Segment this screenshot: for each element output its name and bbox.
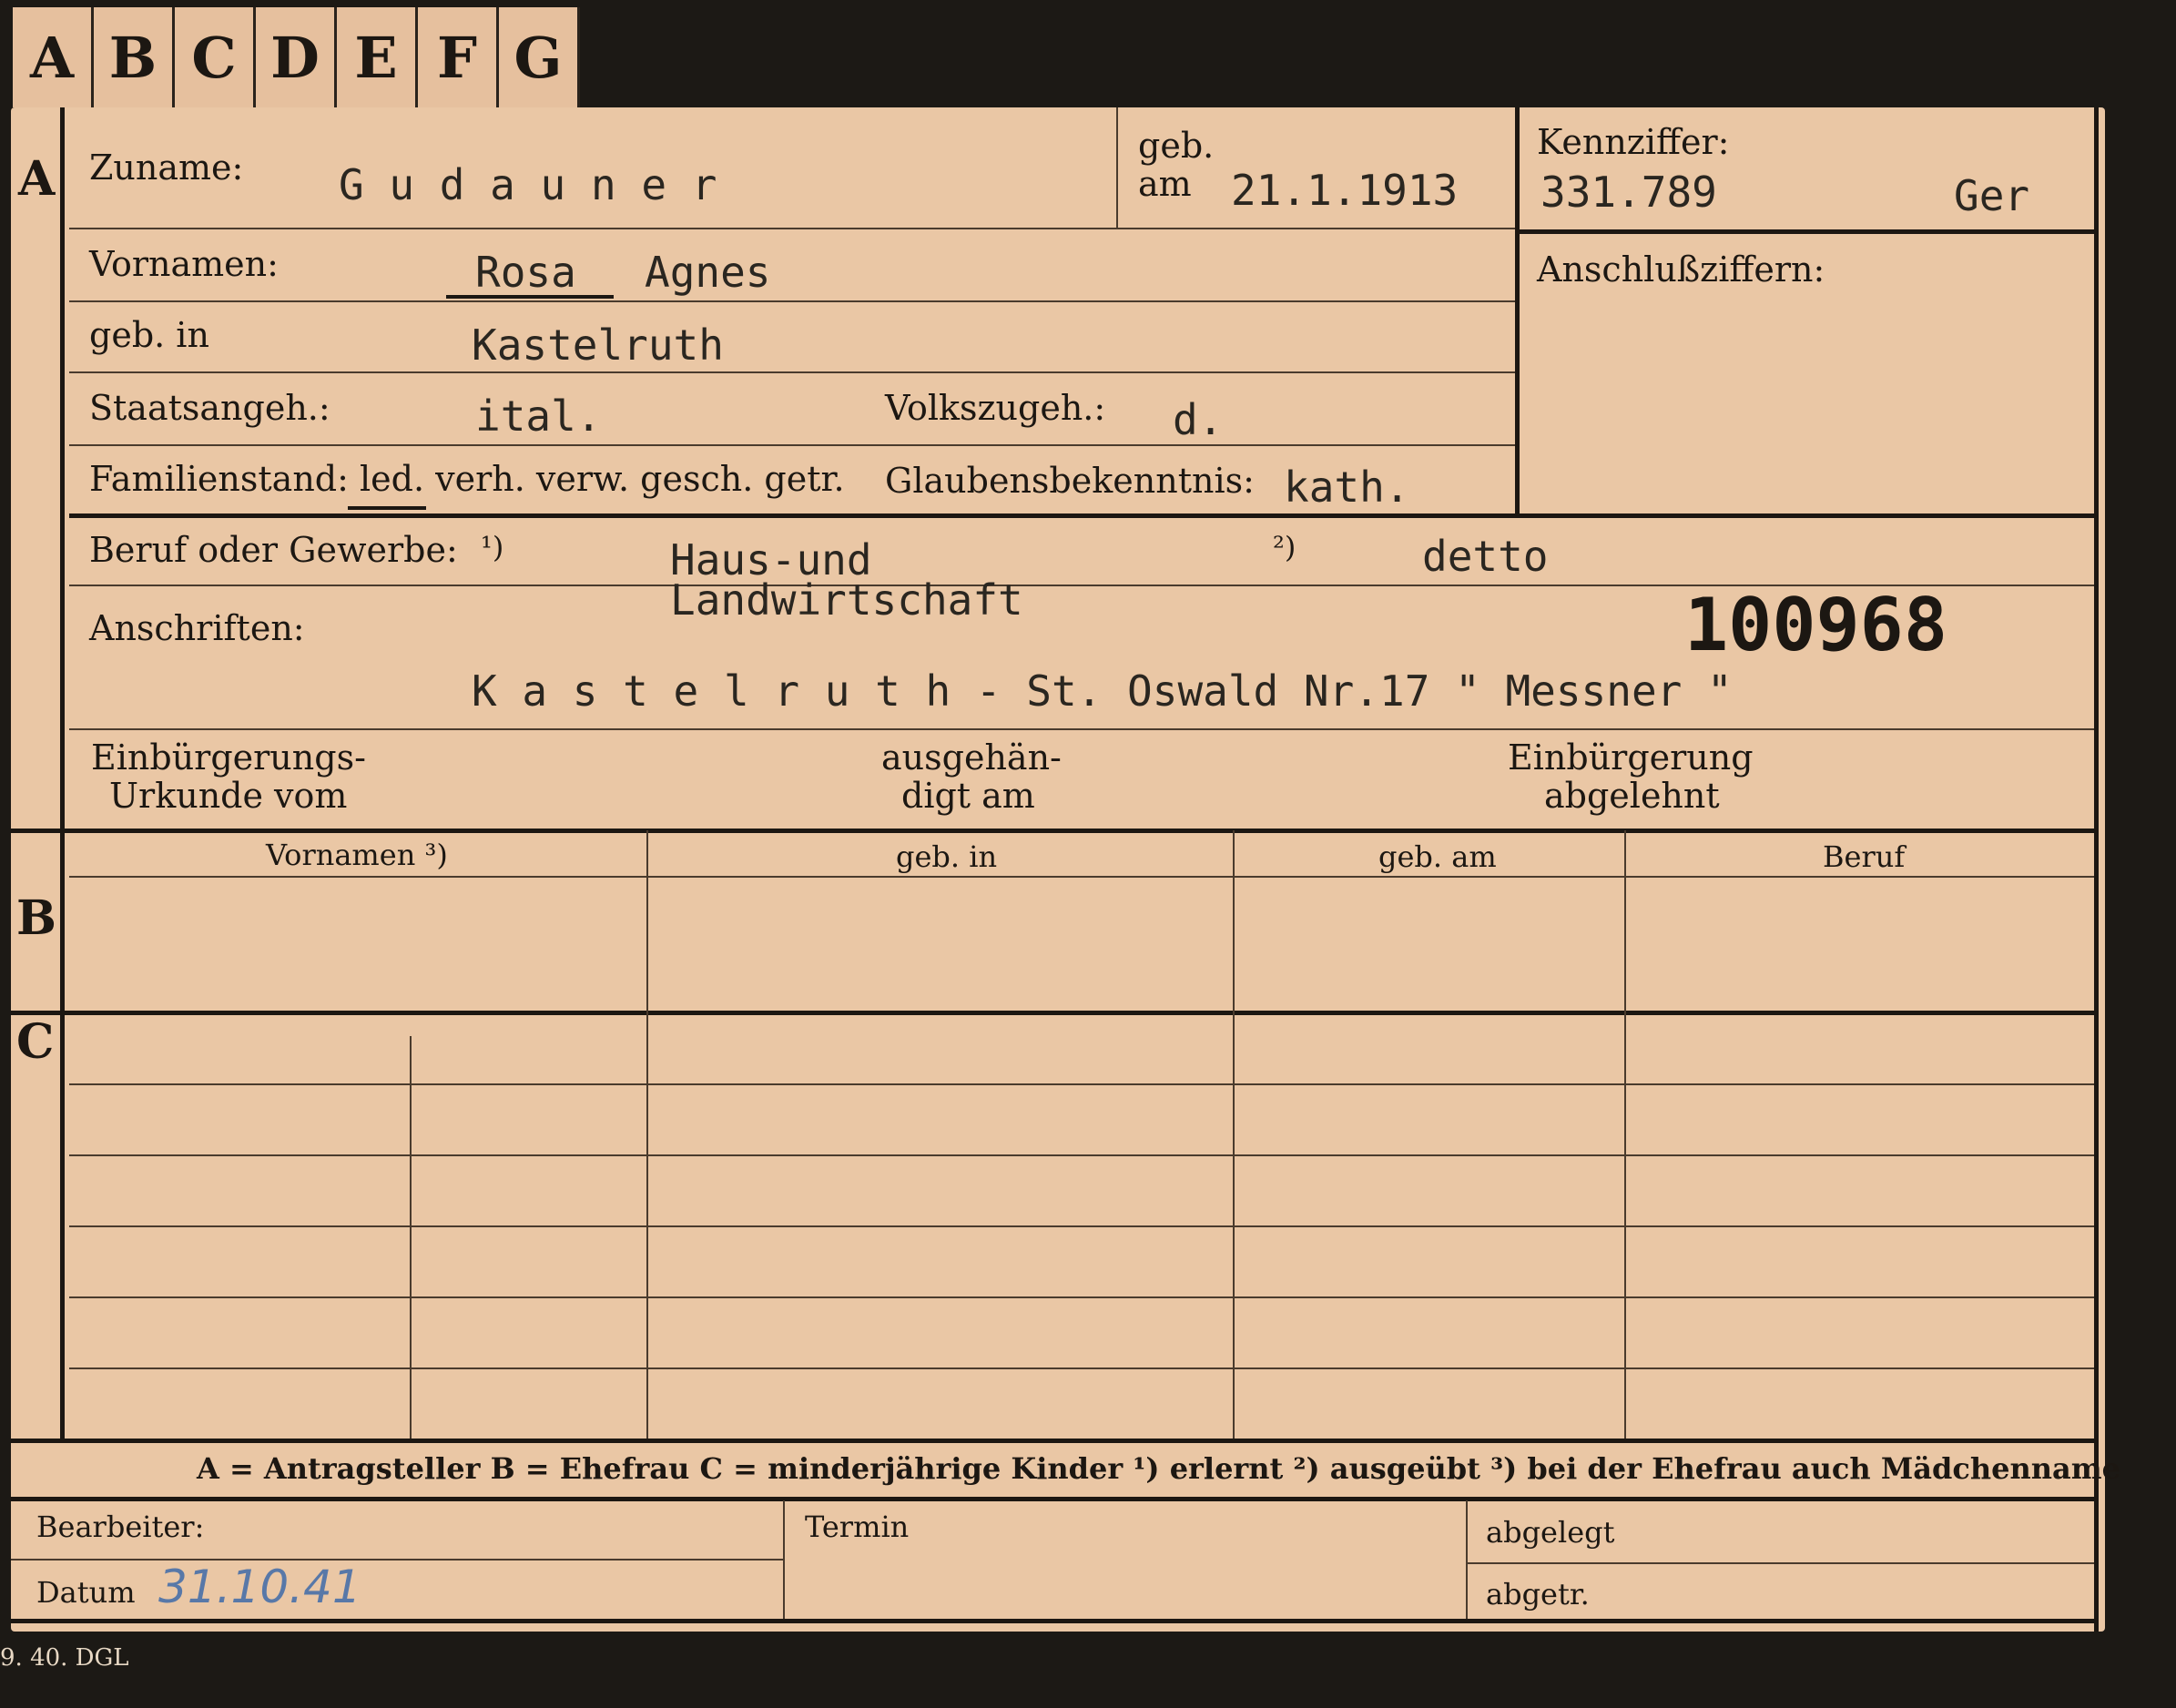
beruf-ausgeuebt-value: detto	[1422, 532, 1549, 581]
col-vornamen-header: Vornamen ³)	[266, 838, 448, 872]
print-mark: 9. 40. DGL	[0, 1644, 129, 1672]
geb-in-label: geb. in	[89, 315, 209, 355]
einbuergerung-urkunde-label-1: Einbürgerungs-	[91, 737, 366, 778]
anschriften-label: Anschriften:	[89, 608, 305, 648]
vorname-2-value: Agnes	[645, 248, 771, 297]
left-rule	[60, 107, 65, 1439]
einbuergerung-urkunde-label-2: Urkunde vom	[109, 776, 348, 816]
staatsangeh-label: Staatsangeh.:	[89, 388, 330, 428]
footnote-1-mark: ¹)	[481, 530, 504, 564]
einbuergerung-abgelehnt-label-2: abgelehnt	[1544, 776, 1720, 816]
ausgehaendigt-label-1: ausgehän-	[881, 737, 1062, 778]
einbuergerung-abgelehnt-label-1: Einbürgerung	[1508, 737, 1754, 778]
familienstand-label: Familienstand: led. verh. verw. gesch. g…	[89, 459, 845, 499]
index-tabs: A B C D E F G	[13, 7, 580, 109]
right-rule	[2094, 107, 2099, 1632]
kennziffer-code: Ger	[1954, 171, 2030, 220]
tab-g: G	[499, 7, 580, 107]
tab-a: A	[13, 7, 94, 107]
geb-in-value: Kastelruth	[472, 320, 724, 370]
familienstand-underline	[348, 506, 426, 510]
footnote-2-mark: ²)	[1273, 530, 1296, 564]
tab-d: D	[256, 7, 337, 107]
col-geb-am-header: geb. am	[1378, 839, 1497, 874]
kennziffer-label: Kennziffer:	[1537, 122, 1730, 162]
tab-e: E	[337, 7, 418, 107]
volkszugeh-label: Volkszugeh.:	[885, 388, 1106, 428]
glaubensbekenntnis-label: Glaubensbekenntnis:	[885, 461, 1255, 501]
datum-handwritten-value: 31.10.41	[158, 1561, 361, 1613]
staatsangeh-value: ital.	[475, 391, 602, 441]
col-beruf-header: Beruf	[1823, 839, 1906, 874]
geb-am-value: 21.1.1913	[1231, 166, 1459, 215]
registration-card: A B C Zuname: G u d a u n e r geb. am 21…	[11, 107, 2120, 1632]
tab-c: C	[175, 7, 256, 107]
beruf-label: Beruf oder Gewerbe:	[89, 530, 458, 570]
geb-am-label-2: am	[1138, 164, 1192, 204]
stamp-number: 100968	[1684, 583, 1947, 667]
section-b-letter: B	[16, 890, 56, 946]
kennziffer-value: 331.789	[1540, 168, 1717, 217]
geb-am-label-1: geb.	[1138, 126, 1215, 166]
beruf-erlernt-line-2: Landwirtschaft	[670, 575, 1023, 625]
section-c-letter: C	[16, 1014, 55, 1070]
rufname-underline	[446, 295, 614, 299]
volkszugeh-value: d.	[1173, 395, 1224, 444]
abgelegt-label: abgelegt	[1486, 1515, 1615, 1550]
tab-f: F	[418, 7, 499, 107]
col-geb-in-header: geb. in	[896, 839, 998, 874]
abgetr-label: abgetr.	[1486, 1577, 1590, 1611]
termin-label: Termin	[805, 1510, 910, 1544]
zuname-value: G u d a u n e r	[339, 160, 717, 209]
section-a-letter: A	[18, 151, 56, 207]
anschrift-value: K a s t e l r u t h - St. Oswald Nr.17 "…	[472, 666, 1733, 716]
vorname-1-value: Rosa	[475, 248, 576, 297]
datum-label: Datum	[36, 1575, 136, 1610]
anschlussziffern-label: Anschlußziffern:	[1537, 249, 1825, 290]
zuname-label: Zuname:	[89, 147, 244, 188]
bearbeiter-label: Bearbeiter:	[36, 1510, 205, 1544]
footer-legend: A = Antragsteller B = Ehefrau C = minder…	[197, 1451, 2120, 1486]
glaubensbekenntnis-value: kath.	[1284, 463, 1410, 512]
ausgehaendigt-label-2: digt am	[901, 776, 1035, 816]
tab-b: B	[94, 7, 175, 107]
vornamen-label: Vornamen:	[89, 244, 279, 284]
